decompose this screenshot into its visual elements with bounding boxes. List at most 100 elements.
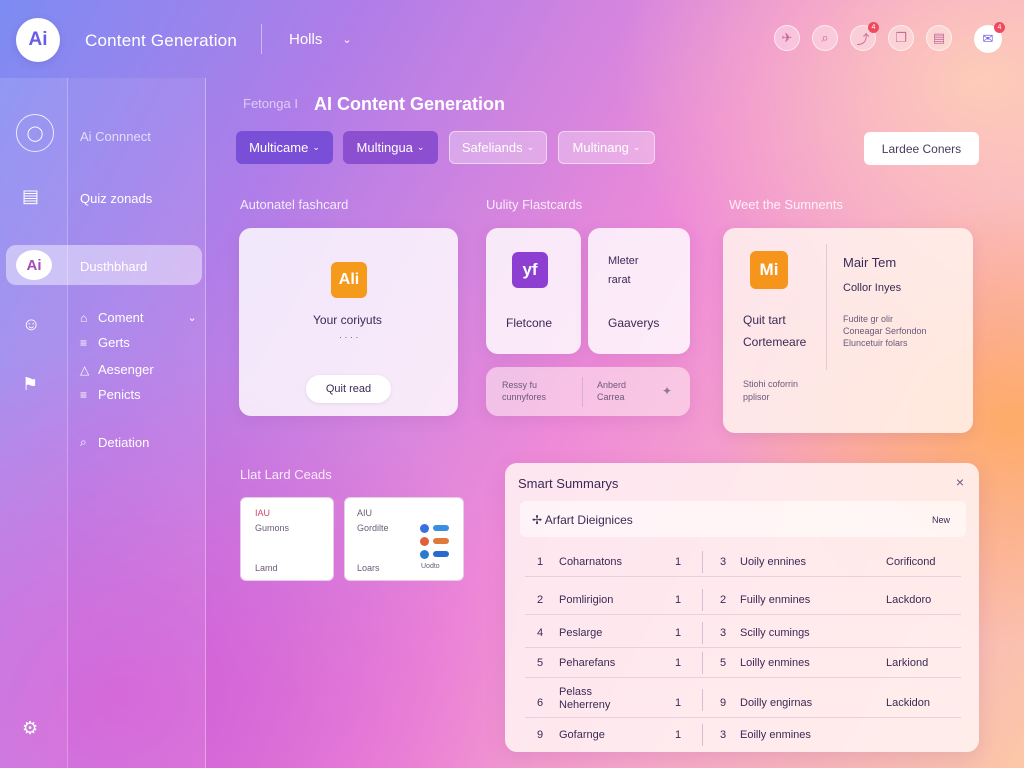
notifications-badge: 4 xyxy=(994,22,1005,33)
section-title-flashcard: Autonatel fashcard xyxy=(240,197,349,212)
tile-bottom: Loars xyxy=(357,563,380,573)
app-icon: Ali xyxy=(331,262,367,298)
card-text: Quit tart xyxy=(743,313,786,327)
flashcard-card[interactable]: Ali Your coriyuts · · · · Quit read xyxy=(239,228,458,416)
card-small-text: Fudite gr olir xyxy=(843,314,894,324)
chip-label: Multinang xyxy=(572,140,629,155)
notifications-icon[interactable]: ✉ 4 xyxy=(974,22,1005,53)
chart-icon[interactable]: ⤴ 4 xyxy=(850,22,879,51)
flashcard-item[interactable]: yf Fletcone xyxy=(486,228,581,354)
row-desc: Fuilly enmines xyxy=(740,594,811,606)
sidebar-sub-item-aesenger[interactable]: △ Aesenger xyxy=(80,362,154,377)
flashcard-strip[interactable]: Ressy fu cunnyfores Anberd Carrea ✦ xyxy=(486,367,690,416)
breadcrumb[interactable]: Fetonga I xyxy=(243,96,298,111)
document-icon[interactable]: ▤ xyxy=(22,186,39,207)
row-name: Pomlirigion xyxy=(559,594,614,606)
header-divider xyxy=(261,24,262,54)
row-metric: 2 xyxy=(720,594,727,606)
filter-chip-multinang[interactable]: Multinang ⌄ xyxy=(558,131,655,164)
settings-icon[interactable]: ⚙ xyxy=(22,718,38,739)
emoji-icon[interactable]: ☺ xyxy=(22,314,40,335)
primary-action-button[interactable]: Lardee Coners xyxy=(864,132,979,165)
row-name: Gofarnge xyxy=(559,729,605,741)
map-icon[interactable]: ⚑ xyxy=(22,374,38,395)
row-divider xyxy=(702,589,703,611)
sub-item-label: Gerts xyxy=(98,335,130,350)
close-icon[interactable]: × xyxy=(956,474,964,490)
status-bar xyxy=(433,551,449,557)
rocket-icon[interactable]: ✈ xyxy=(774,25,800,51)
app-icon: yf xyxy=(512,252,548,288)
card-line: Mleter xyxy=(608,255,639,267)
card-text: Gaaverys xyxy=(608,316,660,330)
table-row[interactable]: 1 Coharnatons 1 3 Uoily ennines Corifico… xyxy=(525,547,961,577)
row-name: Coharnatons xyxy=(559,556,622,568)
new-badge: New xyxy=(931,515,950,525)
card-small-text: pplisor xyxy=(743,392,770,402)
workspace-select[interactable]: Holls ⌄ xyxy=(289,31,352,48)
row-number: 6 xyxy=(537,697,544,709)
panel-subheader[interactable]: ✢ Arfart Dieignices New xyxy=(520,501,966,537)
card-text: Fletcone xyxy=(506,316,553,330)
row-count: 1 xyxy=(675,594,682,606)
list-card[interactable]: IAU Gumons Lamd xyxy=(240,497,334,581)
table-row[interactable]: 9 Gofarnge 1 3 Eoilly enmines xyxy=(525,720,961,750)
user-icon[interactable]: ◯ xyxy=(16,114,54,152)
table-row[interactable]: 2 Pomlirigion 1 2 Fuilly enmines Lackdor… xyxy=(525,585,961,615)
status-bar xyxy=(433,525,449,531)
filter-chip-multicame[interactable]: Multicame ⌄ xyxy=(236,131,333,164)
sidebar-sub-item-gerts[interactable]: ≡ Gerts xyxy=(80,335,130,350)
tile-bottom: Lamd xyxy=(255,563,278,573)
summary-card[interactable]: Mi Mair Tem Collor Inyes Quit tart Corte… xyxy=(723,228,973,433)
status-bar xyxy=(433,538,449,544)
quit-read-button[interactable]: Quit read xyxy=(306,375,391,403)
copy-glyph: ❐ xyxy=(895,30,907,45)
row-divider xyxy=(702,622,703,644)
flashcard-item[interactable]: Mleter rarat Gaaverys xyxy=(588,228,690,354)
table-row[interactable]: 4 Peslarge 1 3 Scilly cumings xyxy=(525,618,961,648)
card-small-text: Coneagar Serfondon xyxy=(843,326,927,336)
card-small-text: Eluncetuir folars xyxy=(843,338,908,348)
card-line: rarat xyxy=(608,274,631,286)
copy-icon[interactable]: ❐ xyxy=(888,25,914,51)
sub-item-label: Aesenger xyxy=(98,362,154,377)
table-row[interactable]: 6 Pelass Neherreny 1 9 Doilly engirnas L… xyxy=(525,682,961,718)
panel-title: Smart Summarys xyxy=(518,476,619,491)
card-small-text: Stiohi coforrin xyxy=(743,379,799,389)
subheader-text: Arfart Dieignices xyxy=(544,513,633,527)
page-title: AI Content Generation xyxy=(314,94,506,114)
filter-chip-multingua[interactable]: Multingua ⌄ xyxy=(343,131,438,164)
section-title-quality: Uulity Flastcards xyxy=(486,197,583,212)
row-number: 9 xyxy=(537,729,544,741)
sidebar-item-quiz[interactable]: Quiz zonads xyxy=(80,191,152,206)
calendar-icon[interactable]: ▤ xyxy=(926,25,952,51)
tile-extra: Uodto xyxy=(421,563,440,570)
sidebar xyxy=(68,78,206,768)
dashboard-badge: Ai xyxy=(16,250,52,280)
list-card[interactable]: AIU Gordilte Loars Uodto xyxy=(344,497,464,581)
filter-chip-safeliands[interactable]: Safeliands ⌄ xyxy=(449,131,547,164)
sidebar-search-label: Detiation xyxy=(98,435,150,450)
row-number: 2 xyxy=(537,594,544,606)
chevron-down-icon: ⌄ xyxy=(312,142,320,152)
app-logo[interactable]: Ai xyxy=(16,18,60,62)
list-icon: ≡ xyxy=(80,335,88,350)
sidebar-item-ai-connect[interactable]: Ai Connnect xyxy=(80,129,151,144)
row-desc: Doilly engirnas xyxy=(740,697,813,709)
sidebar-item-search[interactable]: ⌕ Detiation xyxy=(80,435,149,450)
sub-item-label: Coment xyxy=(98,310,144,325)
sidebar-sub-item-coment[interactable]: ⌂ Coment ⌄ xyxy=(80,310,197,325)
table-row[interactable]: 5 Peharefans 1 5 Loilly enmines Larkiond xyxy=(525,648,961,678)
row-divider xyxy=(702,652,703,674)
home-icon: ⌂ xyxy=(80,310,88,325)
row-divider xyxy=(702,689,703,711)
status-dot xyxy=(420,524,429,533)
row-count: 1 xyxy=(675,657,682,669)
sidebar-sub-item-penicts[interactable]: ≡ Penicts xyxy=(80,387,141,402)
row-desc: Eoilly enmines xyxy=(740,729,811,741)
row-name: Peslarge xyxy=(559,627,603,639)
sparkle-icon[interactable]: ✦ xyxy=(662,384,672,398)
sparkle-icon: ✢ xyxy=(532,513,543,527)
tile-top: AIU xyxy=(357,508,373,518)
search-icon[interactable]: ⌕ xyxy=(812,25,838,51)
